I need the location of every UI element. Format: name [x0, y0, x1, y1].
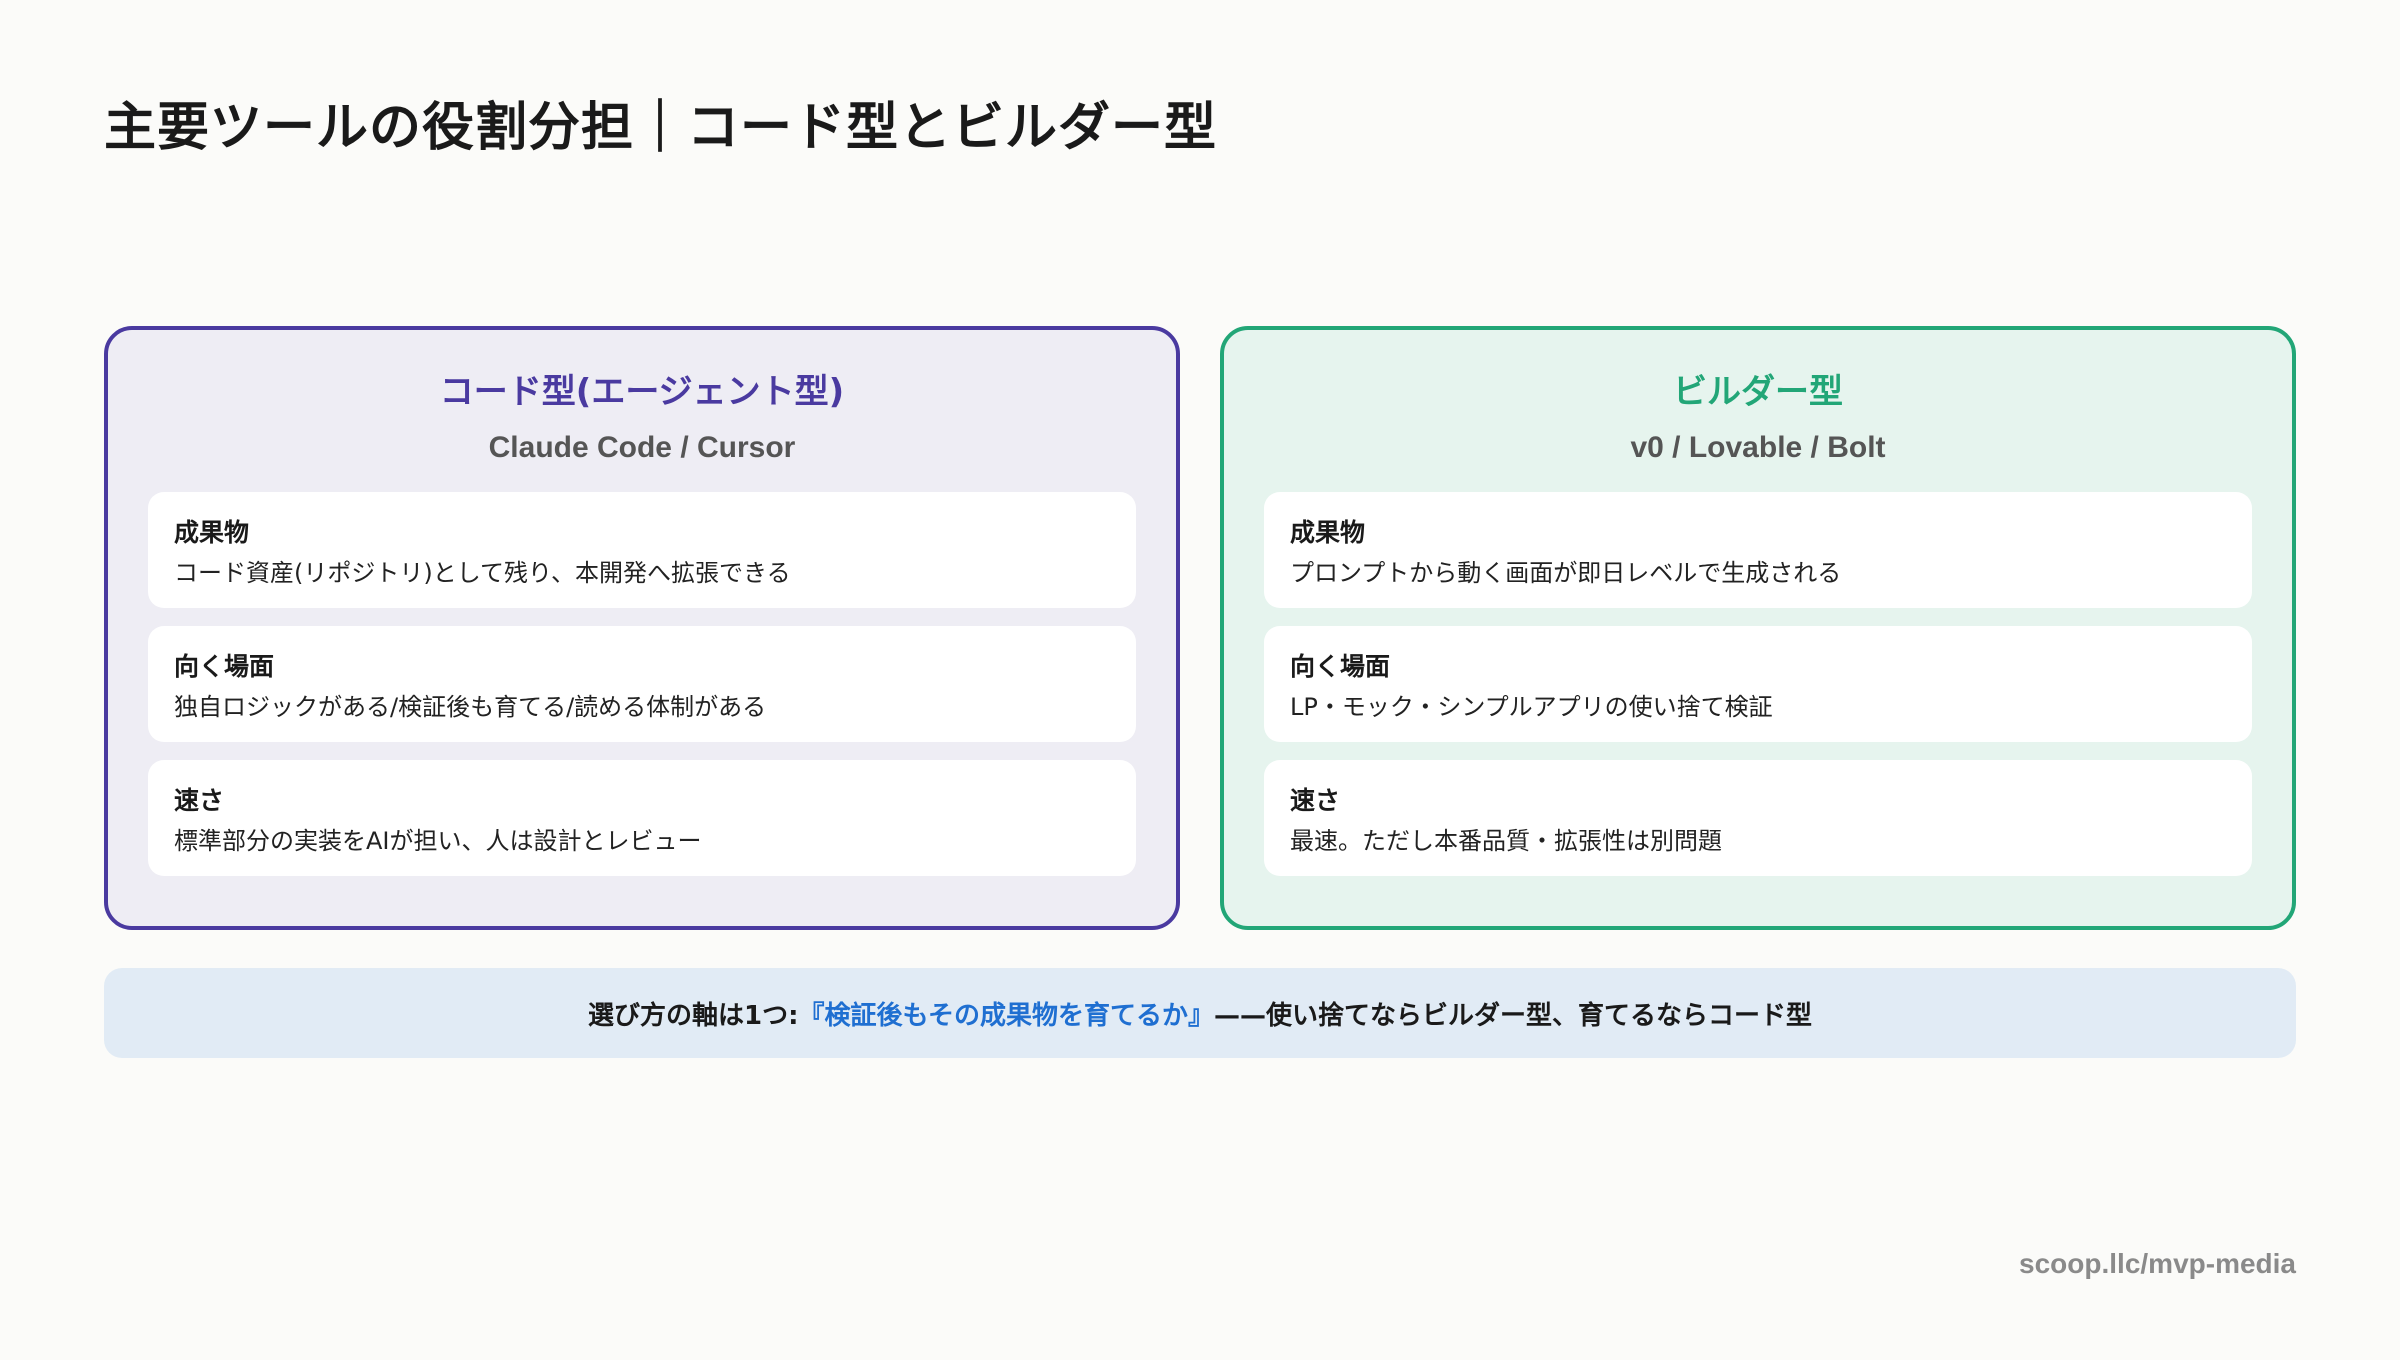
code-type-item-use-case: 向く場面 独自ロジックがある/検証後も育てる/読める体制がある [148, 626, 1136, 742]
code-type-panel-subtitle: Claude Code / Cursor [488, 431, 796, 464]
builder-type-panel-title: ビルダー型 [1673, 372, 1843, 412]
summary-highlight: 『検証後もその成果物を育てるか』 [798, 1000, 1214, 1031]
item-text: LP・モック・シンプルアプリの使い捨て検証 [1290, 693, 1773, 721]
page-title: 主要ツールの役割分担｜コード型とビルダー型 [104, 98, 1218, 158]
footer-url: scoop.llc/mvp-media [2019, 1248, 2296, 1279]
item-text: 標準部分の実装をAIが担い、人は設計とレビュー [174, 827, 702, 855]
item-label: 向く場面 [174, 652, 275, 681]
item-label: 向く場面 [1290, 652, 1391, 681]
summary-bar: 選び方の軸は1つ: 『検証後もその成果物を育てるか』 ——使い捨てならビルダー型、… [104, 968, 2296, 1058]
item-label: 速さ [174, 786, 225, 815]
item-label: 成果物 [1290, 518, 1366, 547]
builder-type-item-speed: 速さ 最速。ただし本番品質・拡張性は別問題 [1264, 760, 2252, 876]
summary-prefix: 選び方の軸は1つ: [588, 1000, 799, 1031]
item-label: 成果物 [174, 518, 250, 547]
code-type-panel-title: コード型(エージェント型) [439, 372, 845, 412]
item-text: プロンプトから動く画面が即日レベルで生成される [1290, 559, 1842, 587]
builder-type-item-use-case: 向く場面 LP・モック・シンプルアプリの使い捨て検証 [1264, 626, 2252, 742]
code-type-panel: コード型(エージェント型) Claude Code / Cursor 成果物 コ… [104, 326, 1180, 930]
builder-type-panel-subtitle: v0 / Lovable / Bolt [1630, 431, 1886, 464]
item-text: コード資産(リポジトリ)として残り、本開発へ拡張できる [174, 559, 791, 587]
code-type-item-speed: 速さ 標準部分の実装をAIが担い、人は設計とレビュー [148, 760, 1136, 876]
item-text: 独自ロジックがある/検証後も育てる/読める体制がある [174, 693, 767, 721]
builder-type-item-deliverable: 成果物 プロンプトから動く画面が即日レベルで生成される [1264, 492, 2252, 608]
summary-suffix: ——使い捨てならビルダー型、育てるならコード型 [1213, 1000, 1812, 1031]
item-text: 最速。ただし本番品質・拡張性は別問題 [1290, 827, 1722, 855]
code-type-item-deliverable: 成果物 コード資産(リポジトリ)として残り、本開発へ拡張できる [148, 492, 1136, 608]
builder-type-panel: ビルダー型 v0 / Lovable / Bolt 成果物 プロンプトから動く画… [1220, 326, 2296, 930]
item-label: 速さ [1290, 786, 1341, 815]
